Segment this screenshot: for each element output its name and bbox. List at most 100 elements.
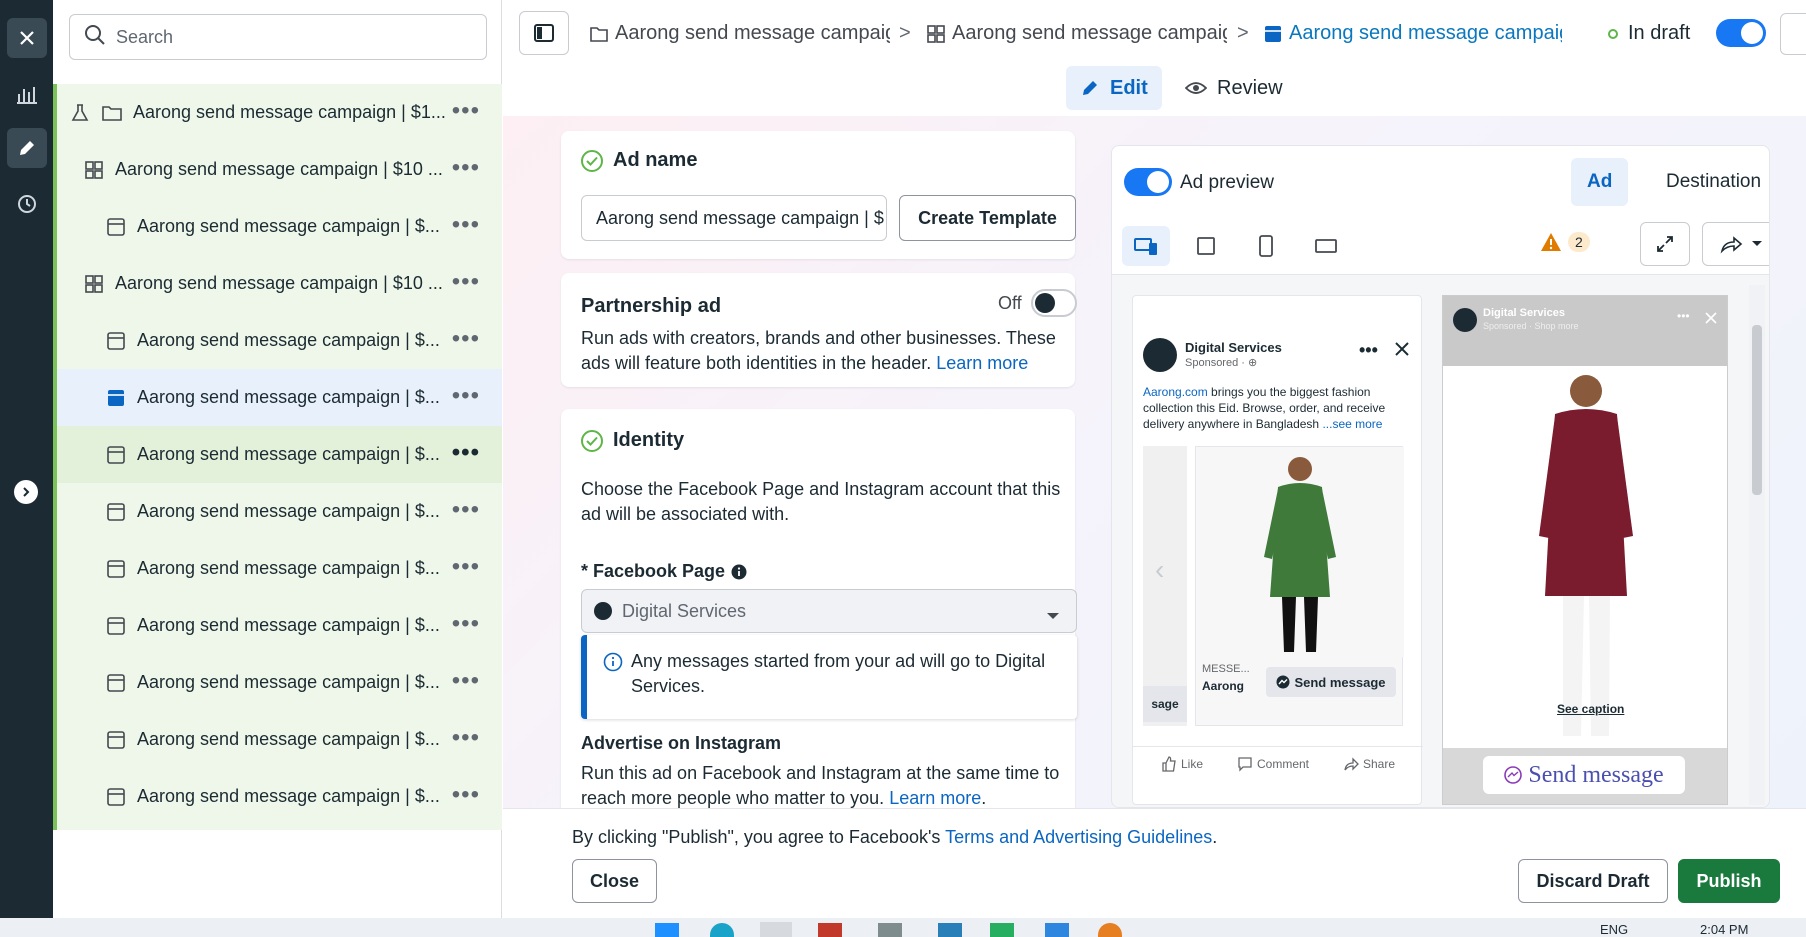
fb-message-label: MESSE... bbox=[1202, 663, 1250, 675]
discard-draft-button[interactable]: Discard Draft bbox=[1518, 859, 1668, 903]
facebook-page-select[interactable]: Digital Services bbox=[581, 589, 1077, 633]
identity-description: Choose the Facebook Page and Instagram a… bbox=[581, 479, 1061, 524]
fb-send-message-button[interactable]: Send message bbox=[1266, 667, 1396, 697]
tree-row-ad[interactable]: Aarong send message campaign | $... ••• bbox=[57, 426, 502, 483]
ig-send-message-button[interactable]: Send message bbox=[1483, 756, 1685, 794]
more-options-icon[interactable]: ••• bbox=[452, 156, 480, 180]
tree-row-adset[interactable]: Aarong send message campaign | $10 ... •… bbox=[57, 255, 502, 312]
learn-more-link[interactable]: Learn more bbox=[936, 353, 1028, 373]
fb-comment-button[interactable]: Comment bbox=[1237, 756, 1309, 772]
fullscreen-expand-icon[interactable] bbox=[1640, 222, 1690, 266]
fb-share-button[interactable]: Share bbox=[1343, 756, 1395, 772]
carousel-prev-arrow-icon[interactable]: ‹ bbox=[1155, 554, 1164, 586]
more-options-icon[interactable]: ••• bbox=[452, 726, 480, 750]
edit-mode-button[interactable]: Edit bbox=[1066, 66, 1162, 110]
more-options-icon[interactable]: ••• bbox=[452, 270, 480, 294]
tree-row-ad[interactable]: Aarong send message campaign | $... ••• bbox=[57, 540, 502, 597]
tree-row-label: Aarong send message campaign | $10 ... bbox=[115, 159, 443, 179]
landscape-view-icon[interactable] bbox=[1302, 226, 1350, 266]
taskbar-app-icon[interactable] bbox=[938, 923, 962, 937]
search-box[interactable] bbox=[69, 14, 487, 60]
share-dropdown-icon[interactable] bbox=[1702, 222, 1769, 266]
identity-card: Identity Choose the Facebook Page and In… bbox=[561, 409, 1077, 808]
see-caption-link[interactable]: See caption bbox=[1557, 702, 1624, 716]
terms-link[interactable]: Terms and Advertising Guidelines bbox=[945, 827, 1212, 847]
tree-row-ad[interactable]: Aarong send message campaign | $... ••• bbox=[57, 597, 502, 654]
partnership-toggle[interactable] bbox=[1031, 289, 1077, 317]
info-icon[interactable] bbox=[731, 564, 747, 580]
fb-cta-partial: sage bbox=[1143, 686, 1187, 722]
multi-device-view-icon[interactable] bbox=[1122, 226, 1170, 266]
tree-row-ad[interactable]: Aarong send message campaign | $... ••• bbox=[57, 312, 502, 369]
taskbar-app-icon[interactable] bbox=[760, 922, 792, 937]
more-options-icon[interactable]: ••• bbox=[452, 555, 480, 579]
ad-name-heading: Ad name bbox=[581, 149, 697, 172]
vertical-view-icon[interactable] bbox=[1242, 226, 1290, 266]
more-options-icon[interactable]: ••• bbox=[452, 498, 480, 522]
create-template-button[interactable]: Create Template bbox=[899, 195, 1076, 241]
search-input[interactable] bbox=[116, 26, 476, 48]
breadcrumb-campaign[interactable]: Aarong send message campaign | $10 (Apr … bbox=[589, 22, 890, 45]
ad-name-input[interactable]: Aarong send message campaign | $ bbox=[581, 195, 887, 241]
review-mode-button[interactable]: Review bbox=[1171, 66, 1297, 110]
taskbar-app-icon[interactable] bbox=[878, 923, 902, 937]
more-options-icon[interactable]: ••• bbox=[452, 99, 480, 123]
taskbar-clock[interactable]: 2:04 PM bbox=[1700, 922, 1748, 937]
ad-icon bbox=[105, 444, 127, 466]
taskbar-app-icon[interactable] bbox=[1098, 923, 1122, 937]
publish-button[interactable]: Publish bbox=[1678, 859, 1780, 903]
editor-canvas: Ad name Aarong send message campaign | $… bbox=[503, 116, 1806, 808]
fb-more-icon[interactable]: ••• bbox=[1359, 340, 1378, 361]
more-options-icon[interactable]: ••• bbox=[452, 612, 480, 636]
tree-row-ad-selected[interactable]: Aarong send message campaign | $... ••• bbox=[57, 369, 502, 426]
edit-pencil-icon[interactable] bbox=[7, 128, 47, 168]
tab-ad[interactable]: Ad bbox=[1571, 158, 1629, 206]
tree-row-campaign[interactable]: Aarong send message campaign | $1... ••• bbox=[57, 84, 502, 141]
ad-icon bbox=[105, 729, 127, 751]
more-options-icon[interactable]: ••• bbox=[452, 213, 480, 237]
tree-row-ad[interactable]: Aarong send message campaign | $... ••• bbox=[57, 768, 502, 825]
taskbar-app-icon[interactable] bbox=[655, 923, 679, 937]
tree-row-ad[interactable]: Aarong send message campaign | $... ••• bbox=[57, 711, 502, 768]
taskbar-language[interactable]: ENG bbox=[1600, 922, 1628, 937]
more-options-icon[interactable]: ••• bbox=[452, 669, 480, 693]
tree-row-ad[interactable]: Aarong send message campaign | $... ••• bbox=[57, 198, 502, 255]
breadcrumb-ad[interactable]: Aarong send message campaign | $10 (Apr … bbox=[1263, 22, 1562, 45]
more-options-icon[interactable]: ••• bbox=[452, 783, 480, 807]
fb-page-name: Digital Services bbox=[1185, 340, 1282, 355]
warnings-indicator[interactable]: 2 bbox=[1540, 232, 1590, 252]
overflow-menu-button[interactable] bbox=[1780, 13, 1806, 55]
more-options-icon[interactable]: ••• bbox=[452, 327, 480, 351]
fb-close-icon[interactable] bbox=[1395, 342, 1409, 361]
ig-close-icon[interactable] bbox=[1705, 311, 1717, 329]
panel-toggle-icon[interactable] bbox=[519, 11, 569, 55]
eye-icon bbox=[1185, 80, 1207, 96]
ad-preview-toggle[interactable] bbox=[1124, 168, 1172, 196]
ad-on-off-toggle[interactable] bbox=[1716, 19, 1766, 47]
history-clock-icon[interactable] bbox=[7, 184, 47, 224]
taskbar-app-icon[interactable] bbox=[710, 923, 734, 937]
status-dot-icon bbox=[1608, 28, 1618, 39]
tree-row-ad[interactable]: Aarong send message campaign | $... ••• bbox=[57, 654, 502, 711]
more-options-icon[interactable]: ••• bbox=[452, 441, 480, 465]
tree-row-adset[interactable]: Aarong send message campaign | $10 ... •… bbox=[57, 141, 502, 198]
chart-icon[interactable] bbox=[7, 74, 47, 114]
breadcrumb-adset[interactable]: Aarong send message campaign | $10 (Apr … bbox=[926, 22, 1227, 45]
close-icon[interactable] bbox=[7, 18, 47, 58]
fb-like-button[interactable]: Like bbox=[1161, 756, 1203, 772]
preview-scrollbar[interactable] bbox=[1749, 285, 1765, 805]
ig-more-icon[interactable]: ••• bbox=[1677, 309, 1690, 323]
more-options-icon[interactable]: ••• bbox=[452, 384, 480, 408]
tab-destination[interactable]: Destination bbox=[1650, 158, 1769, 206]
ig-page-name: Digital Services bbox=[1483, 307, 1565, 319]
square-view-icon[interactable] bbox=[1182, 226, 1230, 266]
learn-more-link[interactable]: Learn more bbox=[889, 788, 981, 808]
expand-chevron-icon[interactable] bbox=[14, 480, 38, 504]
tree-row-ad[interactable]: Aarong send message campaign | $... ••• bbox=[57, 483, 502, 540]
warning-icon bbox=[1540, 232, 1562, 252]
close-button[interactable]: Close bbox=[572, 859, 657, 903]
taskbar-app-icon[interactable] bbox=[1045, 923, 1069, 937]
taskbar-app-icon[interactable] bbox=[990, 923, 1014, 937]
taskbar-app-icon[interactable] bbox=[818, 923, 842, 937]
tree-row-label: Aarong send message campaign | $... bbox=[137, 558, 440, 578]
